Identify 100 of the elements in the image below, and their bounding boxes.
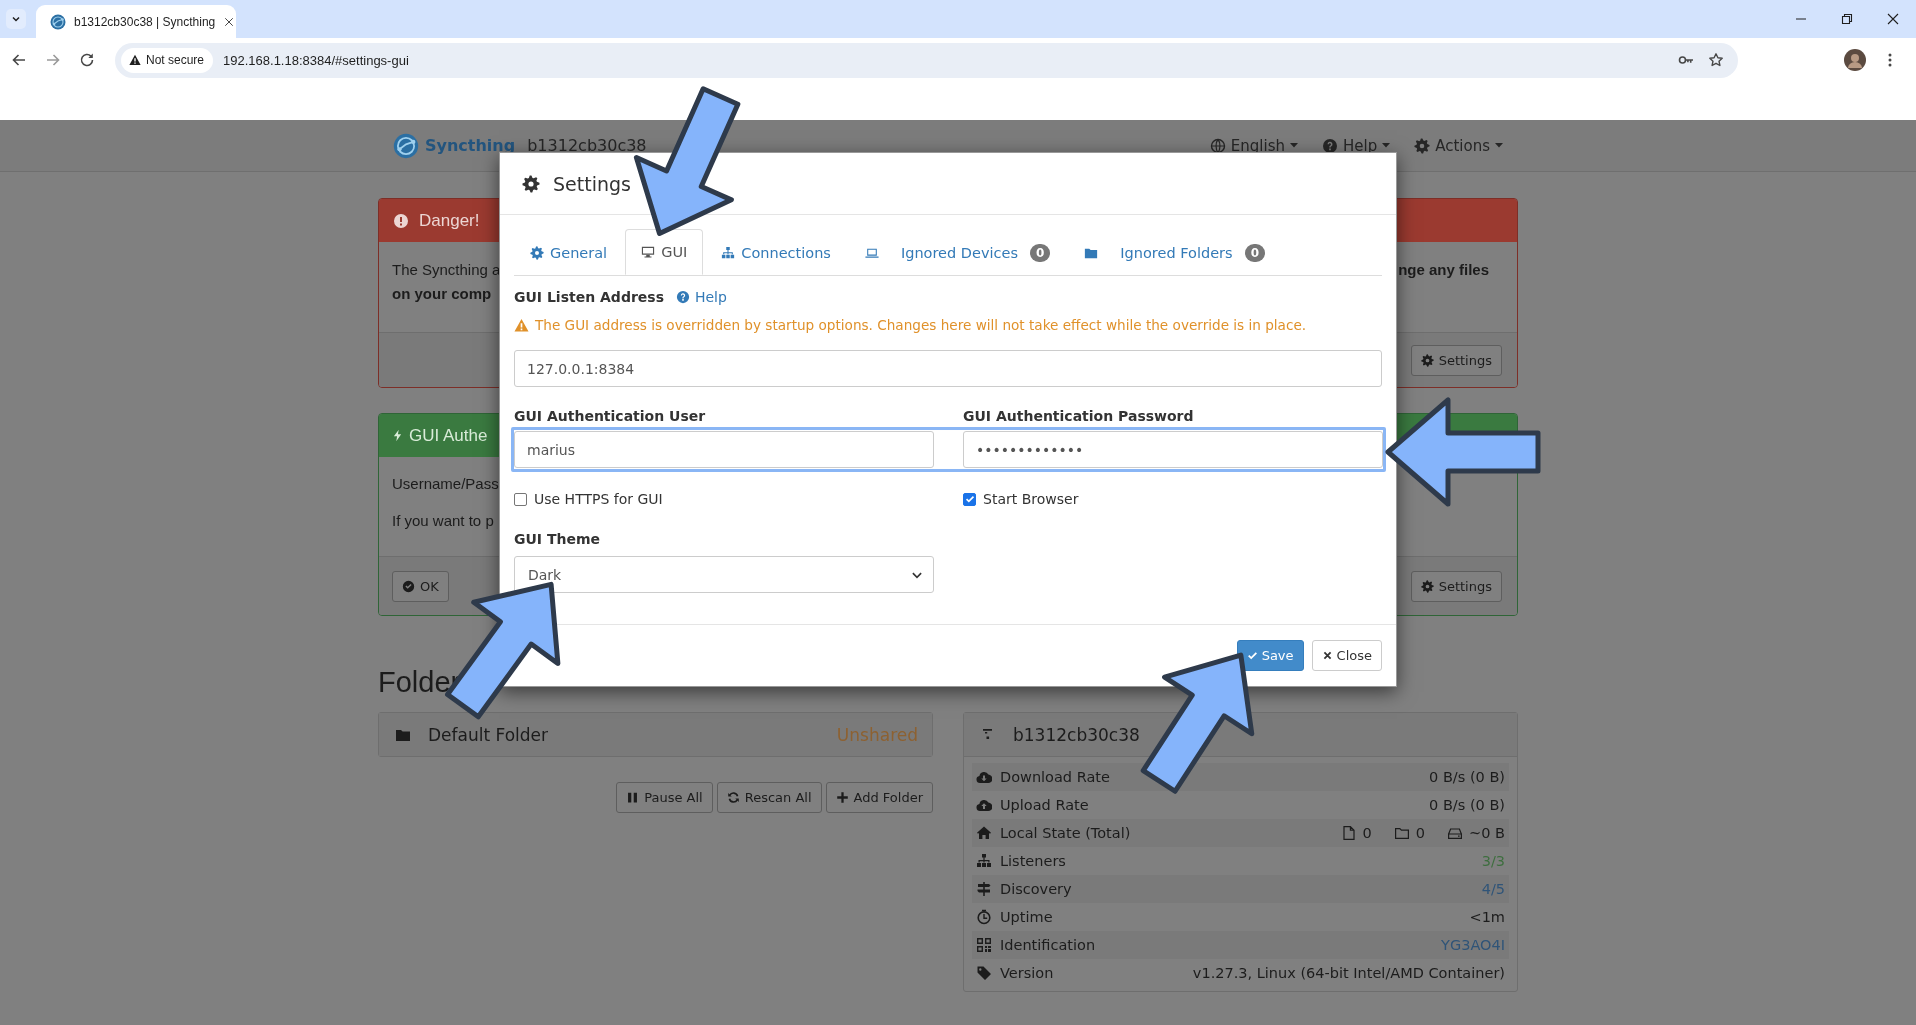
panel-text: Username/Pass: [392, 475, 499, 493]
signpost-icon: [976, 881, 992, 897]
close-icon: [223, 15, 236, 28]
stat-label: Version: [1000, 965, 1054, 981]
browser-tab[interactable]: b1312cb30c38 | Syncthing: [36, 5, 236, 38]
caret-icon: [1382, 143, 1391, 148]
settings-tab[interactable]: Connections: [705, 229, 847, 275]
bolt-icon: [391, 429, 404, 442]
nav-menu[interactable]: English: [1209, 136, 1298, 155]
stat-value: 0: [1362, 825, 1372, 841]
minimize-icon: [1796, 18, 1806, 20]
warning-icon: [129, 54, 141, 66]
security-chip[interactable]: Not secure: [121, 47, 214, 73]
panel-title: GUI Authe: [409, 425, 488, 446]
gear-icon: [530, 245, 544, 260]
panel-text: nge any files: [1398, 261, 1489, 280]
check-icon: [1246, 650, 1258, 661]
qr-code-icon: [976, 937, 992, 953]
gear-icon: [1420, 579, 1434, 593]
stat-value: 0: [1415, 825, 1426, 841]
nav-menu[interactable]: Actions: [1414, 136, 1503, 155]
help-link[interactable]: Help: [675, 289, 727, 305]
close-button[interactable]: Close: [1311, 640, 1382, 671]
pause-icon: [626, 791, 640, 804]
caret-icon: [1290, 143, 1298, 148]
dialog-title: Settings: [553, 172, 631, 195]
restore-icon: [1839, 11, 1855, 27]
checkbox[interactable]: [514, 492, 527, 506]
gear-icon: [522, 174, 540, 193]
device-name: b1312cb30c38: [527, 136, 647, 155]
folder-status: Unshared: [836, 724, 918, 745]
gear-icon: [1414, 137, 1431, 154]
network-icon: [976, 853, 992, 869]
file-icon: [1340, 825, 1357, 841]
folder-action-button[interactable]: Add Folder: [825, 782, 933, 813]
globe-icon: [1209, 137, 1226, 154]
stat-label: Listeners: [1000, 853, 1066, 869]
settings-tab[interactable]: Ignored Devices 0: [848, 229, 1067, 275]
stat-label: Local State (Total): [1000, 825, 1131, 841]
save-button[interactable]: Save: [1236, 640, 1304, 671]
logo-icon: [393, 132, 419, 159]
stat-value: v1.27.3, Linux (64-bit Intel/AMD Container): [1192, 965, 1505, 981]
plus-icon: [835, 791, 849, 804]
panel-title: Danger!: [419, 210, 480, 231]
warning-text: The GUI address is overridden by startup options. Changes here will not take effect while the override is in place.: [535, 317, 1307, 333]
field-label: GUI Theme: [514, 531, 602, 547]
folder-icon: [1393, 825, 1410, 841]
tab-search-button[interactable]: [6, 9, 26, 29]
ok-button[interactable]: OK: [392, 570, 449, 602]
text-field[interactable]: marius: [514, 431, 934, 468]
avatar-icon[interactable]: [1844, 49, 1866, 71]
back-icon: [11, 52, 27, 68]
text-field[interactable]: 127.0.0.1:8384: [514, 350, 1382, 387]
stat-value: 4/5: [1481, 881, 1505, 897]
stat-label: Discovery: [1000, 881, 1072, 897]
tag-icon: [976, 965, 992, 981]
folder-name[interactable]: Default Folder: [428, 724, 549, 745]
close-icon: [1321, 650, 1333, 661]
folder-action-button[interactable]: Pause All: [616, 782, 713, 813]
reload-icon: [79, 52, 95, 68]
field-label: GUI Authentication User: [514, 408, 707, 424]
count-badge: 0: [1244, 243, 1265, 262]
stat-label: Upload Rate: [1000, 797, 1089, 813]
nav-menu[interactable]: Help: [1322, 136, 1391, 155]
stat-value: 0 B/s (0 B): [1429, 797, 1505, 813]
bookmark-button[interactable]: [1708, 52, 1724, 68]
checkbox[interactable]: [963, 492, 976, 506]
settings-button[interactable]: Settings: [1410, 344, 1502, 376]
checkbox-label[interactable]: Use HTTPS for GUI: [534, 491, 663, 507]
stat-value: 3/3: [1481, 853, 1505, 869]
network-icon: [721, 245, 736, 260]
cloud-upload-icon: [976, 797, 992, 813]
gear-icon: [1420, 353, 1434, 367]
caret-icon: [1495, 143, 1503, 148]
panel-text: on your comp: [392, 285, 493, 303]
exclamation-icon: [393, 212, 409, 229]
warning-icon: [514, 317, 529, 333]
count-badge: 0: [1029, 243, 1051, 262]
checkbox-label[interactable]: Start Browser: [983, 491, 1079, 507]
settings-tab[interactable]: Ignored Folders 0: [1068, 229, 1281, 275]
password-field[interactable]: •••••••••••••: [963, 431, 1383, 468]
stat-value: YG3AO4I: [1441, 937, 1505, 953]
panel-text: If you want to p: [392, 512, 495, 530]
stat-value: 0 B/s (0 B): [1429, 769, 1505, 785]
settings-tab[interactable]: General: [514, 229, 624, 275]
favicon-icon: [50, 13, 66, 30]
star-icon: [1708, 52, 1724, 68]
home-icon: [976, 825, 992, 841]
settings-button[interactable]: Settings: [1410, 570, 1502, 602]
settings-tab[interactable]: GUI: [625, 229, 704, 275]
folder-action-button[interactable]: Rescan All: [716, 782, 822, 813]
close-icon: [1885, 11, 1901, 27]
help-icon: [1322, 137, 1338, 154]
field-label: GUI Listen Address: [514, 289, 664, 305]
stat-label: Identification: [1000, 937, 1096, 953]
stat-value: <1m: [1469, 909, 1505, 925]
stat-value: ~0 B: [1469, 825, 1505, 841]
address-bar[interactable]: Not secure 192.168.1.18:8384/#settings-gui: [115, 42, 1738, 78]
stat-label: Uptime: [1000, 909, 1053, 925]
theme-dropdown[interactable]: Dark: [514, 556, 934, 593]
